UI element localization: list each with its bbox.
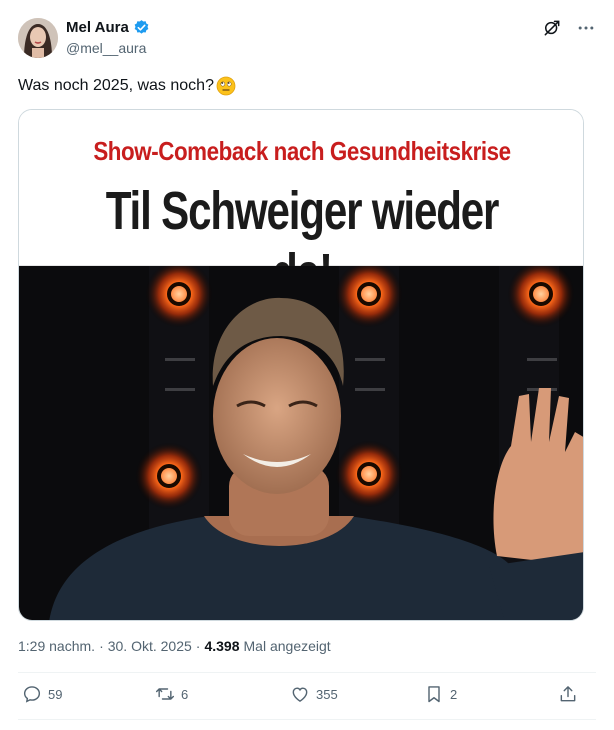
tweet-actions: 59 6 355 2 — [18, 684, 584, 710]
tweet-text-content: Was noch 2025, was noch? — [18, 77, 214, 94]
media-image[interactable]: Show-Comeback nach Gesundheitskrise Til … — [18, 109, 584, 621]
like-count: 355 — [316, 686, 338, 702]
grok-icon[interactable] — [542, 18, 562, 38]
share-button[interactable] — [558, 684, 578, 704]
display-name[interactable]: Mel Aura — [66, 19, 129, 36]
view-count[interactable]: 4.398 — [204, 638, 239, 654]
bookmark-count: 2 — [450, 686, 458, 702]
verified-badge-icon — [133, 19, 150, 36]
view-count-label: Mal angezeigt — [243, 638, 331, 654]
divider — [18, 672, 596, 673]
like-button[interactable]: 355 — [290, 684, 338, 704]
tweet-text: Was noch 2025, was noch? — [18, 76, 236, 96]
tweet-meta: 1:29 nachm. · 30. Okt. 2025 · 4.398 Mal … — [18, 638, 331, 654]
avatar[interactable] — [18, 18, 58, 58]
author-name-row: Mel Aura — [66, 19, 150, 36]
more-icon[interactable] — [576, 18, 596, 38]
reply-count: 59 — [48, 686, 63, 702]
divider — [18, 719, 596, 720]
repost-count: 6 — [181, 686, 189, 702]
media-headline-box: Show-Comeback nach Gesundheitskrise Til … — [19, 110, 583, 303]
media-kicker: Show-Comeback nach Gesundheitskrise — [93, 136, 511, 166]
reply-icon — [23, 686, 41, 703]
media-photo — [19, 260, 583, 620]
bookmark-icon — [428, 686, 440, 703]
share-icon — [560, 686, 576, 702]
meta-separator: · — [195, 638, 201, 654]
tweet-card: Mel Aura @mel__aura Was noch 2025, was n… — [0, 0, 614, 730]
face-with-rolling-eyes-icon — [216, 76, 236, 96]
author-handle[interactable]: @mel__aura — [66, 40, 146, 56]
bookmark-button[interactable]: 2 — [424, 684, 457, 704]
tweet-time[interactable]: 1:29 nachm. — [18, 638, 95, 654]
repost-button[interactable]: 6 — [155, 684, 188, 704]
meta-separator: · — [99, 638, 104, 654]
tweet-top-actions — [542, 18, 596, 38]
tweet-date[interactable]: 30. Okt. 2025 — [108, 638, 192, 654]
reply-button[interactable]: 59 — [22, 684, 62, 704]
heart-icon — [292, 687, 308, 702]
repost-icon — [155, 688, 175, 700]
